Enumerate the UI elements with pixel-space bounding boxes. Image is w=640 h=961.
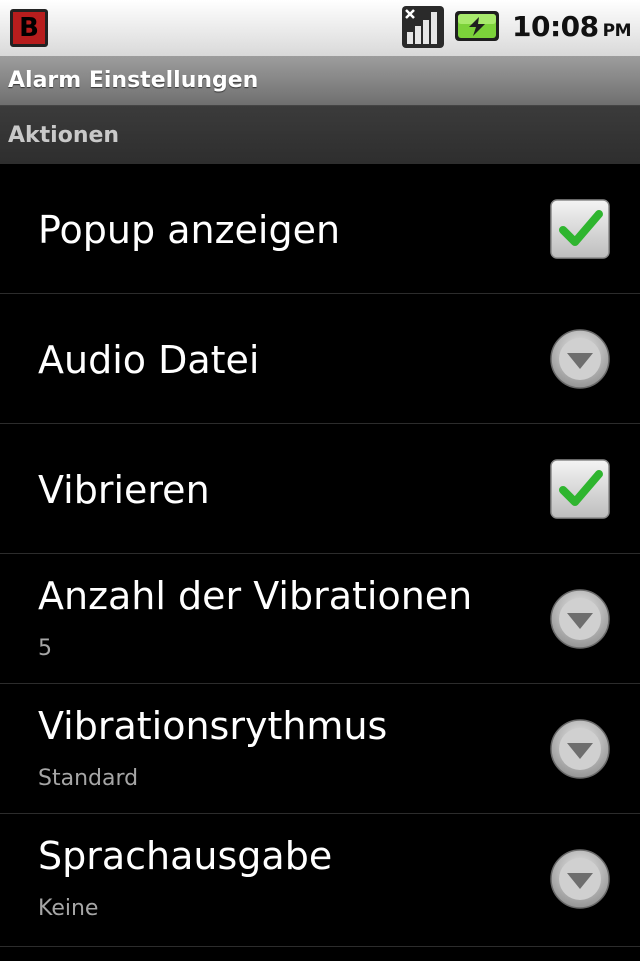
app-badge-letter: B [19, 13, 39, 43]
pref-title: Audio Datei [38, 338, 260, 382]
app-badge-icon: B [10, 9, 48, 47]
pref-summary: 5 [38, 636, 52, 661]
dropdown-arrow-icon[interactable] [549, 718, 611, 780]
title-bar: Alarm Einstellungen [0, 56, 640, 106]
pref-summary: Keine [38, 896, 99, 921]
status-bar: B 10:08 PM [0, 0, 640, 56]
pref-title: Popup anzeigen [38, 208, 341, 252]
page-title: Alarm Einstellungen [8, 68, 259, 93]
pref-popup-anzeigen[interactable]: Popup anzeigen [0, 164, 640, 294]
signal-icon [402, 6, 444, 48]
dropdown-arrow-icon[interactable] [549, 848, 611, 910]
pref-anzahl-der-vibrationen[interactable]: Anzahl der Vibrationen 5 [0, 554, 640, 684]
pref-title: Sprachausgabe [38, 834, 333, 878]
pref-audio-datei[interactable]: Audio Datei [0, 294, 640, 424]
pref-sprachausgabe[interactable]: Sprachausgabe Keine [0, 814, 640, 944]
pref-title: Vibrationsrythmus [38, 704, 388, 748]
preference-list: Popup anzeigen Audio Datei Vibrieren Anz… [0, 164, 640, 944]
clock-ampm: PM [602, 21, 632, 41]
battery-charging-icon [455, 11, 499, 41]
clock-time: 10:08 [512, 10, 599, 43]
checkbox-checked-icon[interactable] [549, 458, 611, 520]
dropdown-arrow-icon[interactable] [549, 328, 611, 390]
pref-vibrationsrythmus[interactable]: Vibrationsrythmus Standard [0, 684, 640, 814]
pref-summary: Standard [38, 766, 139, 791]
category-label: Aktionen [8, 122, 120, 148]
clock: 10:08 PM [512, 10, 632, 43]
checkbox-checked-icon[interactable] [549, 198, 611, 260]
pref-title: Anzahl der Vibrationen [38, 574, 473, 618]
pref-title: Vibrieren [38, 468, 210, 512]
category-header: Aktionen [0, 106, 640, 164]
pref-vibrieren[interactable]: Vibrieren [0, 424, 640, 554]
list-divider [0, 946, 640, 947]
dropdown-arrow-icon[interactable] [549, 588, 611, 650]
